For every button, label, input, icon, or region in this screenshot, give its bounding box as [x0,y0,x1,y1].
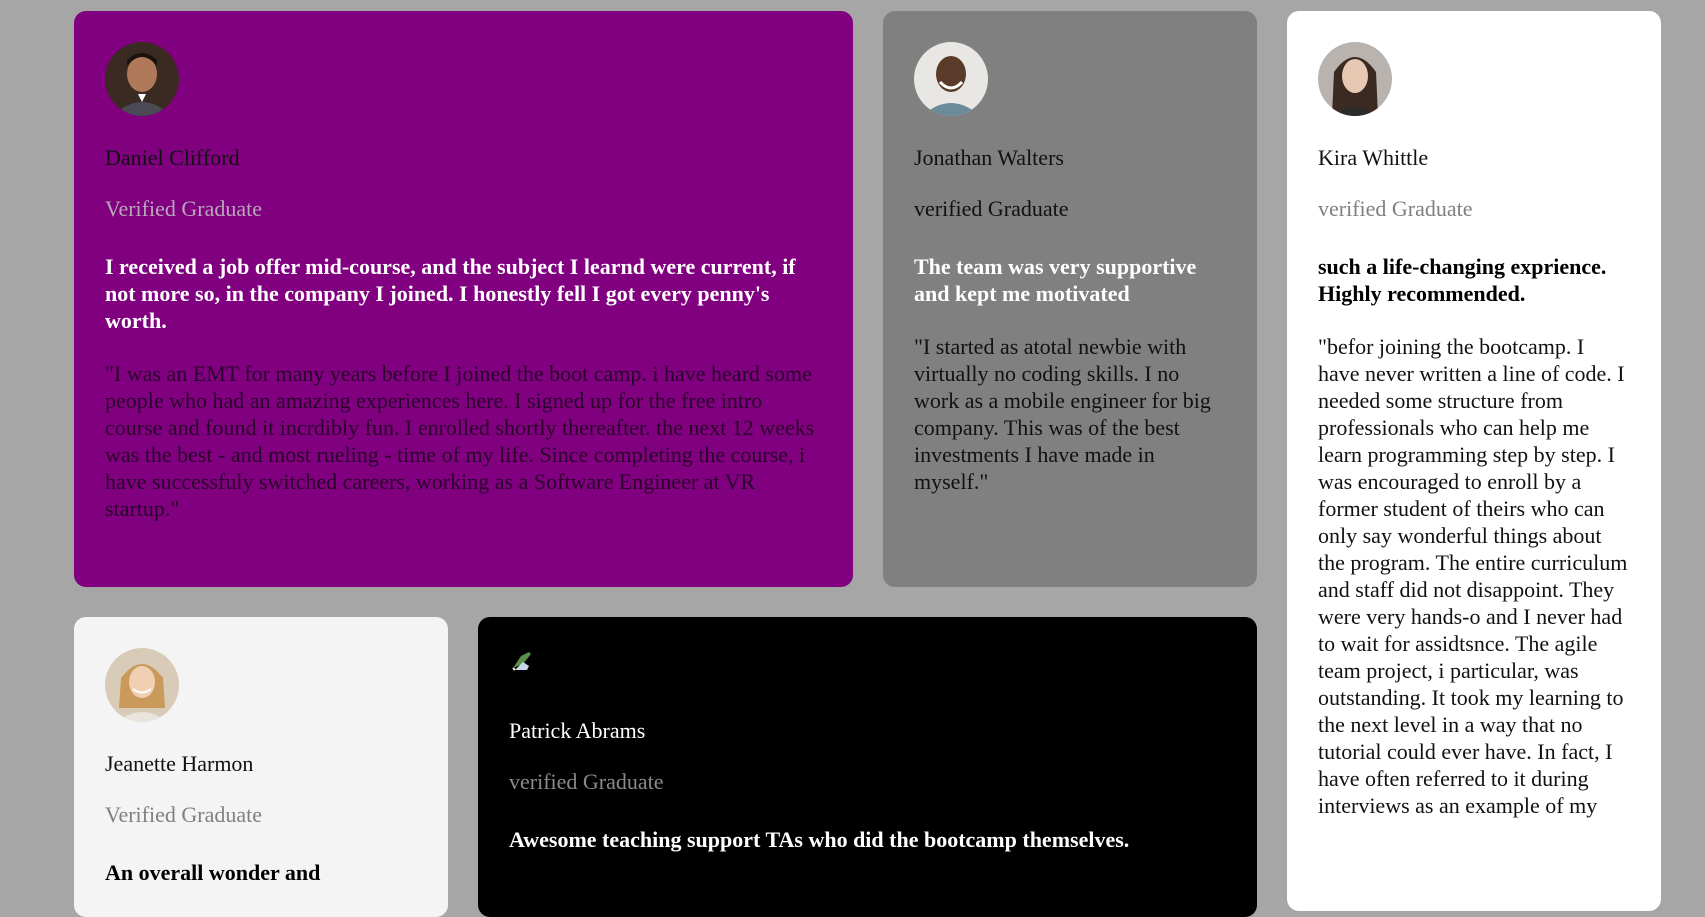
testimonial-card-jeanette-harmon: Jeanette Harmon Verified Graduate An ove… [74,617,448,917]
testimonial-headline: An overall wonder and [105,859,321,885]
testimonial-name: Jeanette Harmon [105,751,254,776]
testimonial-name: Jonathan Walters [914,145,1064,170]
testimonial-headline: I received a job offer mid-course, and t… [105,253,796,333]
avatar-icon [1318,42,1392,116]
avatar-icon [105,42,179,116]
avatar [105,42,179,116]
avatar-icon [914,42,988,116]
testimonial-name: Daniel Clifford [105,145,240,170]
testimonial-role: verified Graduate [1318,196,1473,222]
avatar [509,648,1225,674]
avatar [105,648,179,722]
avatar [914,42,988,116]
avatar-icon [105,648,179,722]
testimonial-quote: "I was an EMT for many years before I jo… [105,360,815,521]
testimonial-headline: The team was very supportive and kept me… [914,253,1197,306]
testimonial-headline: such a life-changing exprience. Highly r… [1318,253,1607,306]
avatar [1318,42,1392,116]
testimonial-role: verified Graduate [509,769,664,795]
testimonial-card-daniel-clifford: Daniel Clifford Verified Graduate I rece… [74,11,853,587]
broken-image-icon [512,652,531,671]
testimonial-quote: "befor joining the bootcamp. I have neve… [1318,333,1628,818]
testimonial-headline: Awesome teaching support TAs who did the… [509,826,1130,852]
testimonial-role: verified Graduate [914,196,1069,222]
testimonial-card-jonathan-walters: Jonathan Walters verified Graduate The t… [883,11,1257,587]
testimonial-card-patrick-abrams: Patrick Abrams verified Graduate Awesome… [478,617,1257,917]
testimonial-name: Patrick Abrams [509,718,646,743]
testimonial-quote: "I started as atotal newbie with virtual… [914,333,1211,494]
testimonial-role: Verified Graduate [105,196,262,222]
testimonial-name: Kira Whittle [1318,145,1429,170]
testimonial-role: Verified Graduate [105,802,262,828]
testimonial-card-kira-whittle: Kira Whittle verified Graduate such a li… [1287,11,1661,911]
